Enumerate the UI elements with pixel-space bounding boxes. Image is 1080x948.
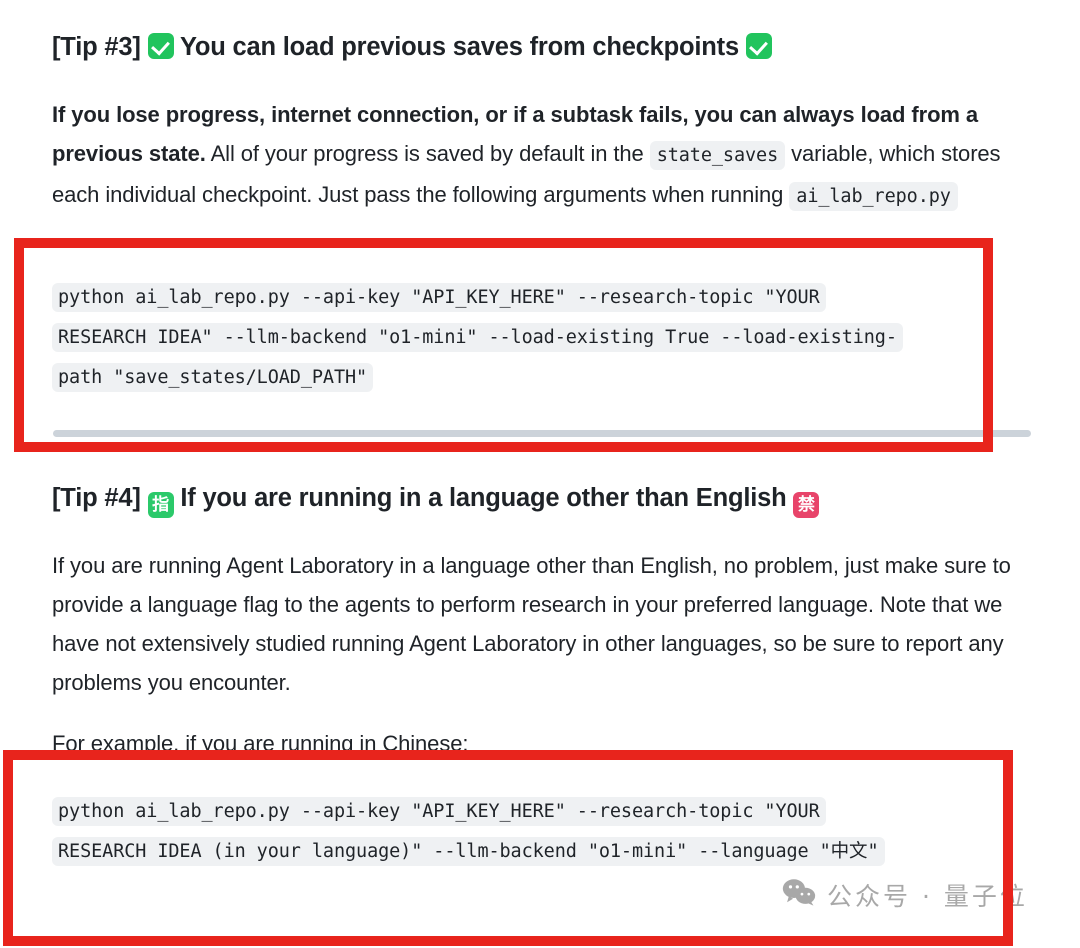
- code-line: python ai_lab_repo.py --api-key "API_KEY…: [52, 797, 826, 826]
- redbox1-top-mask: [24, 248, 983, 272]
- watermark: 公众号 · 量子位: [782, 877, 1028, 913]
- japanese-reserved-button-icon: 指: [147, 492, 174, 518]
- tip4-label: [Tip #4]: [52, 484, 141, 512]
- code-block-horizontal-scrollbar[interactable]: [53, 430, 1031, 437]
- tip4-paragraph: If you are running Agent Laboratory in a…: [52, 546, 1027, 702]
- code-line: RESEARCH IDEA" --llm-backend "o1-mini" -…: [52, 323, 903, 352]
- tip3-paragraph-rest-1: All of your progress is saved by default…: [205, 141, 650, 166]
- tip3-code-block[interactable]: python ai_lab_repo.py --api-key "API_KEY…: [52, 278, 1002, 398]
- tip4-example-lead-text: For example, if you are running in Chine…: [52, 731, 469, 756]
- inline-code-state-saves: state_saves: [649, 141, 786, 170]
- wechat-icon: [782, 878, 816, 912]
- white-check-mark-icon: [147, 33, 174, 59]
- redbox2-top-mask: [13, 760, 1003, 774]
- tip3-title: You can load previous saves from checkpo…: [179, 33, 739, 61]
- code-line: RESEARCH IDEA (in your language)" --llm-…: [52, 837, 885, 866]
- japanese-prohibited-button-icon: 禁: [793, 492, 820, 518]
- tip4-title: If you are running in a language other t…: [180, 484, 787, 512]
- watermark-text: 公众号 · 量子位: [827, 882, 1028, 911]
- tip4-heading: [Tip #4] 指 If you are running in a langu…: [52, 483, 1022, 518]
- page-root: [Tip #3] You can load previous saves fro…: [0, 0, 1080, 948]
- inline-code-ai-lab-repo: ai_lab_repo.py: [789, 182, 958, 211]
- white-check-mark-icon: [745, 33, 772, 59]
- tip3-heading: [Tip #3] You can load previous saves fro…: [52, 32, 1022, 64]
- code-line: path "save_states/LOAD_PATH": [52, 363, 374, 392]
- tip3-paragraph: If you lose progress, internet connectio…: [52, 95, 1022, 216]
- code-line: python ai_lab_repo.py --api-key "API_KEY…: [52, 283, 826, 312]
- tip3-label: [Tip #3]: [52, 33, 141, 61]
- tip4-paragraph-text: If you are running Agent Laboratory in a…: [52, 553, 1011, 695]
- tip4-example-lead: For example, if you are running in Chine…: [52, 724, 1022, 763]
- tip4-code-block[interactable]: python ai_lab_repo.py --api-key "API_KEY…: [52, 792, 1002, 872]
